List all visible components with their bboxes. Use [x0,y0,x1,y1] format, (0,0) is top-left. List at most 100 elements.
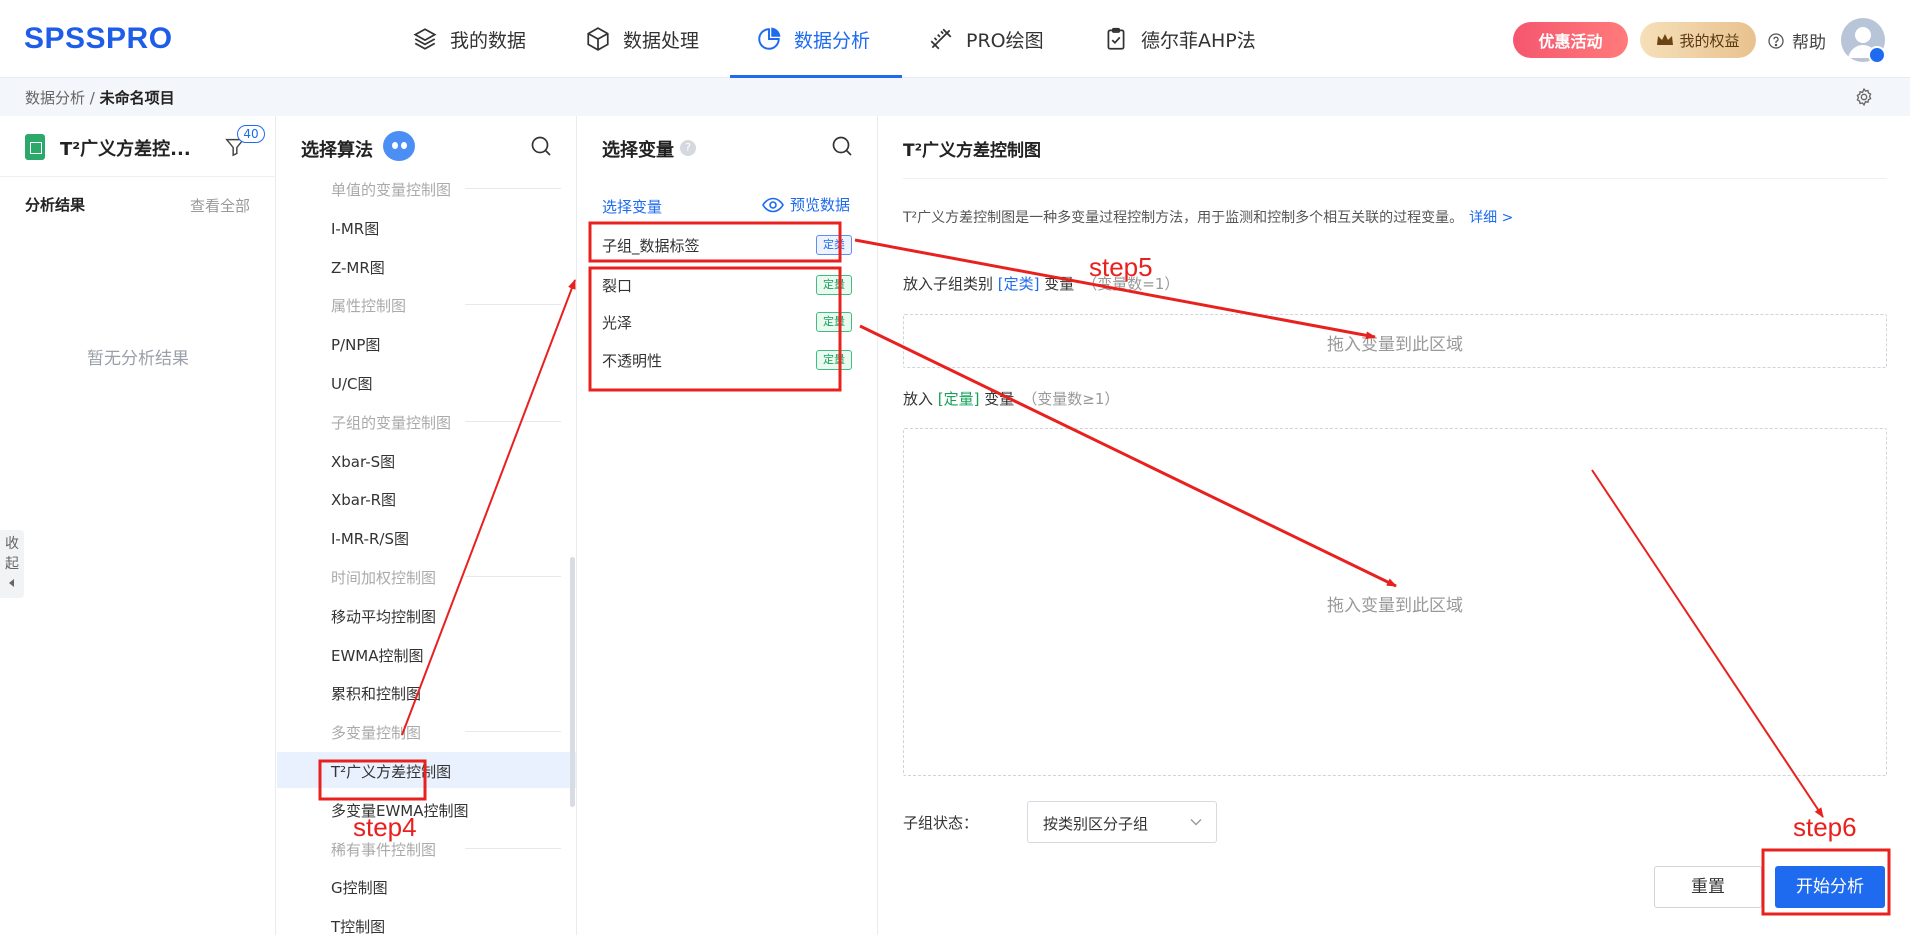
variable-item[interactable]: 裂口 定量 [602,266,852,302]
quantity-type-badge: 定量 [816,350,852,370]
zone-type-tag: [定量] [937,390,980,408]
layers-icon [413,28,437,50]
step4-label: step4 [353,812,417,842]
algorithm-item[interactable]: 累积和控制图 [277,674,576,710]
nav-data-processing[interactable]: 数据处理 [585,0,699,78]
subgroup-state-select[interactable]: 按类别区分子组 [1027,801,1217,843]
quantity-zone-label: 放入 [定量] 变量 （变量数≥1） [903,388,1119,409]
cube-icon [587,27,609,51]
search-icon[interactable] [830,134,854,158]
quantity-variable-dropzone[interactable]: 拖入变量到此区域 [903,428,1887,776]
collapse-sidebar-button[interactable]: 收起 [0,530,24,598]
variable-item[interactable]: 不透明性 定量 [602,341,852,377]
algorithm-list-scrollbar[interactable] [570,557,575,807]
category-type-badge: 定类 [816,235,852,255]
app-logo[interactable]: SPSSPRO [24,22,173,56]
divider [0,176,275,177]
nav-delphi-ahp[interactable]: 德尔菲AHP法 [1103,0,1256,78]
dropzone-placeholder: 拖入变量到此区域 [1327,335,1463,355]
algorithm-item-selected[interactable]: T²广义方差控制图 [277,752,576,788]
nav-pro-drawing[interactable]: PRO绘图 [928,0,1044,78]
algorithm-category-header: 时间加权控制图 [277,558,576,594]
algorithm-item[interactable]: G控制图 [277,868,576,904]
zone-label-post: 变量 [1039,275,1075,293]
nav-label: 我的数据 [450,29,527,52]
nav-data-analysis[interactable]: 数据分析 [756,0,870,78]
algorithm-item[interactable]: P/NP图 [277,325,576,361]
detail-link[interactable]: 详细 > [1469,210,1513,226]
chevron-down-icon [1190,819,1202,826]
settings-gear-icon[interactable] [1854,87,1874,107]
category-divider [465,420,561,422]
quantity-type-badge: 定量 [816,275,852,295]
zone-type-tag: [定类] [997,275,1040,293]
nav-label: 数据处理 [623,29,700,52]
algorithm-category-header: 属性控制图 [277,286,576,322]
category-label: 单值的变量控制图 [331,181,452,199]
my-rights-button[interactable]: 我的权益 [1640,22,1756,58]
help-button[interactable]: 帮助 [1768,28,1826,53]
variable-name: 裂口 [602,277,633,295]
zone-label-post: 变量 [979,390,1015,408]
crown-icon [1657,34,1674,45]
variable-name: 光泽 [602,314,633,332]
search-icon[interactable] [529,134,553,158]
collapse-label: 收起 [5,536,19,572]
select-variables-label: 选择变量 [602,198,663,216]
breadcrumb-parent[interactable]: 数据分析 [25,89,85,107]
nav-my-data[interactable]: 我的数据 [412,0,526,78]
clipboard-icon [1107,27,1125,50]
preview-data-button[interactable]: 预览数据 [762,194,850,215]
breadcrumb-bar: 数据分析 / 未命名项目 [0,78,1910,116]
description-text: T²广义方差控制图是一种多变量过程控制方法，用于监测和控制多个相互关联的过程变量… [903,210,1464,226]
results-title: 分析结果 [25,196,86,214]
view-all-link[interactable]: 查看全部 [190,195,250,216]
algorithm-item[interactable]: Xbar-R图 [277,480,576,516]
subgroup-state-value: 按类别区分子组 [1043,815,1149,833]
algorithm-item[interactable]: Xbar-S图 [277,442,576,478]
algorithm-panel-title: 选择算法 [301,140,373,161]
step6-label: step6 [1793,812,1857,842]
zone-label-pre: 放入子组类别 [903,275,998,293]
algorithm-label: Z-MR图 [331,258,385,277]
algorithm-label: 移动平均控制图 [331,607,437,626]
algorithm-item[interactable]: 多变量EWMA控制图 [277,791,576,827]
zone-count-hint: （变量数≥1） [1022,390,1120,408]
spreadsheet-icon [25,134,45,160]
algorithm-item[interactable]: I-MR-R/S图 [277,519,576,555]
help-question-icon[interactable]: ? [680,140,696,156]
algorithm-item[interactable]: T控制图 [277,907,576,935]
algorithm-category-header: 多变量控制图 [277,713,576,749]
dropzone-placeholder: 拖入变量到此区域 [1327,596,1463,616]
method-title: T²广义方差控制图 [903,141,1042,161]
algorithm-category-header: 子组的变量控制图 [277,403,576,439]
robot-assistant-icon[interactable] [383,131,415,161]
algorithm-item[interactable]: U/C图 [277,364,576,400]
algorithm-category-header: 稀有事件控制图 [277,830,576,866]
my-rights-label: 我的权益 [1679,31,1740,50]
category-label: 时间加权控制图 [331,569,437,587]
nav-label: 数据分析 [794,29,871,52]
eye-icon [762,197,784,212]
variable-name: 子组_数据标签 [602,237,700,255]
quantity-type-badge: 定量 [816,312,852,332]
reset-button[interactable]: 重置 [1654,866,1762,908]
project-title: T²广义方差控... [60,139,191,160]
category-variable-dropzone[interactable]: 拖入变量到此区域 [903,314,1887,368]
variable-name: 不透明性 [602,352,663,370]
algorithm-label: Xbar-R图 [331,491,397,510]
variable-item[interactable]: 光泽 定量 [602,303,852,339]
algorithm-label: T控制图 [331,918,386,935]
category-label: 多变量控制图 [331,724,422,743]
algorithm-item[interactable]: I-MR图 [277,209,576,245]
preview-data-label: 预览数据 [790,196,851,214]
start-analysis-button[interactable]: 开始分析 [1775,866,1885,908]
promo-button[interactable]: 优惠活动 [1513,22,1628,58]
algorithm-category-header: 单值的变量控制图 [277,170,576,206]
variable-item[interactable]: 子组_数据标签 定类 [602,226,852,262]
algorithm-item[interactable]: Z-MR图 [277,248,576,284]
algorithm-item[interactable]: EWMA控制图 [277,636,576,672]
algorithm-item[interactable]: 移动平均控制图 [277,597,576,633]
filter-count-badge: 40 [237,125,265,143]
app-root: SPSSPRO 我的数据 数据处理 数据分析 PRO绘图 德尔菲AHP法 优惠活… [0,0,1910,935]
